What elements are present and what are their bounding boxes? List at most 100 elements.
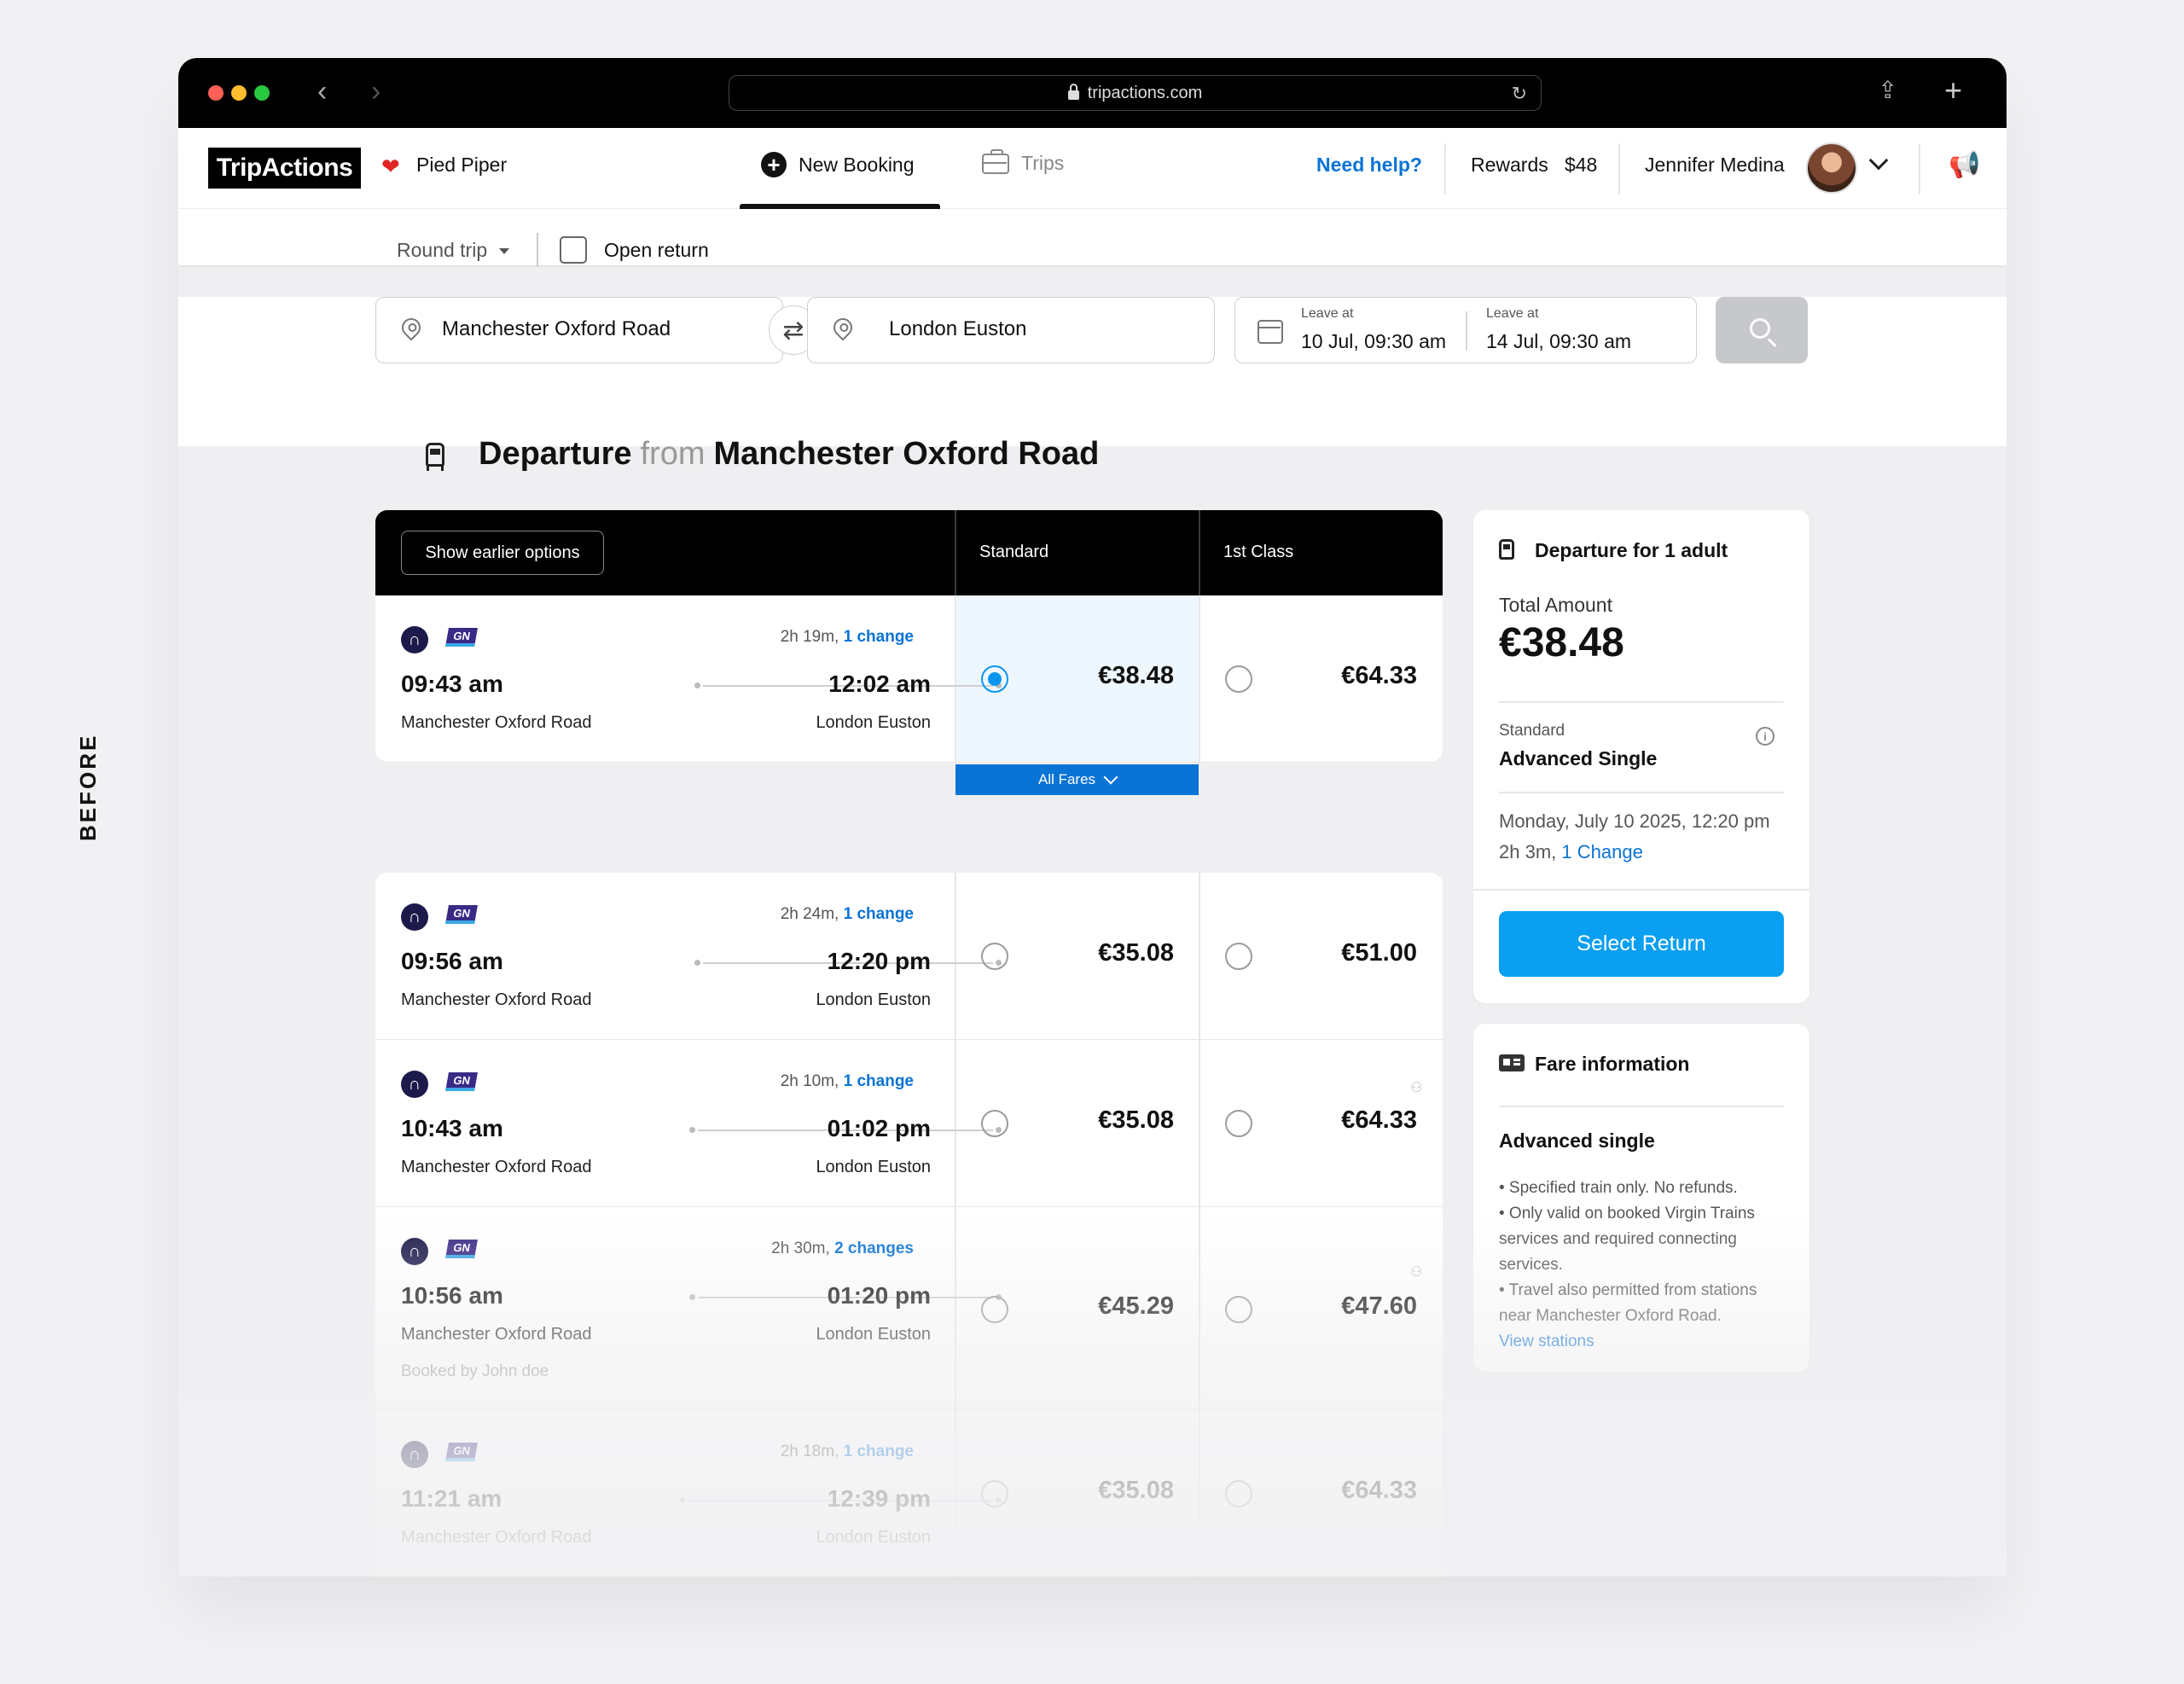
browser-titlebar: ‹ › tripactions.com ↻ ⇪ + (178, 58, 2007, 128)
ticket-icon (1499, 1054, 1525, 1071)
table-row[interactable]: ∩ GN 2h 10m, 1 change 10:43 am 01:02 pm … (375, 1040, 1443, 1207)
fare-class-label: Standard (1499, 722, 1565, 740)
changes-link[interactable]: 1 change (844, 628, 914, 646)
close-window-button[interactable] (208, 85, 224, 101)
standard-fare-radio[interactable] (981, 1110, 1008, 1137)
divider (1199, 510, 1200, 595)
standard-fare-radio[interactable] (981, 1296, 1008, 1323)
search-form: Manchester Oxford Road ⇄ London Euston L… (178, 297, 2007, 446)
reload-icon[interactable]: ↻ (1512, 83, 1527, 105)
rewards-label: Rewards (1471, 154, 1548, 176)
northern-operator-icon: ∩ (401, 1441, 428, 1468)
journey-duration: 2h 18m, 1 change (780, 1443, 914, 1460)
select-return-button[interactable]: Select Return (1499, 911, 1784, 977)
rewards-button[interactable]: Rewards $48 (1471, 154, 1597, 177)
minimize-window-button[interactable] (231, 85, 247, 101)
trip-type-dropdown[interactable]: Round trip (397, 239, 510, 262)
standard-fare-radio[interactable] (981, 665, 1008, 693)
destination-field[interactable]: London Euston (807, 297, 1215, 363)
show-earlier-options-button[interactable]: Show earlier options (401, 531, 604, 575)
share-icon[interactable]: ⇪ (1878, 78, 1897, 102)
changes-link[interactable]: 1 change (844, 1072, 914, 1090)
info-icon[interactable]: i (1756, 727, 1774, 746)
first-class-fare-radio[interactable] (1225, 1480, 1252, 1507)
all-fares-label: All Fares (1037, 771, 1096, 787)
first-class-fare-price: €51.00 (1341, 939, 1417, 967)
origin-value: Manchester Oxford Road (442, 317, 671, 340)
browser-window: ‹ › tripactions.com ↻ ⇪ + TripActions ❤ … (178, 58, 2007, 1577)
fare-info-name: Advanced single (1499, 1129, 1655, 1152)
fare-rule: • Only valid on booked Virgin Trains ser… (1499, 1205, 1755, 1274)
divider (955, 510, 956, 595)
search-icon (1750, 318, 1770, 339)
new-tab-icon[interactable]: + (1944, 75, 1962, 106)
maximize-window-button[interactable] (254, 85, 270, 101)
first-class-fare-radio[interactable] (1225, 943, 1252, 970)
caret-down-icon (499, 248, 510, 255)
change-link[interactable]: 1 Change (1561, 841, 1642, 862)
avatar[interactable] (1806, 142, 1857, 194)
standard-fare-radio[interactable] (981, 943, 1008, 970)
table-row[interactable]: ∩ GN 2h 24m, 1 change 09:56 am 12:20 pm … (375, 873, 1443, 1040)
briefcase-icon (982, 148, 1009, 174)
open-return-checkbox[interactable] (560, 236, 587, 264)
tab-new-booking[interactable]: + New Booking (761, 152, 915, 177)
depart-date-label: Leave at (1301, 306, 1354, 321)
all-fares-button[interactable]: All Fares (956, 764, 1199, 795)
divider (955, 1040, 956, 1206)
top-bar: TripActions ❤ Pied Piper + New Booking T… (178, 128, 2007, 209)
open-return-label: Open return (604, 239, 709, 261)
tab-new-booking-label: New Booking (799, 153, 915, 176)
megaphone-icon[interactable]: 📢 (1949, 150, 1980, 180)
address-bar[interactable]: tripactions.com ↻ (729, 75, 1542, 111)
return-date-value[interactable]: 14 Jul, 09:30 am (1486, 330, 1631, 353)
dates-field[interactable]: Leave at 10 Jul, 09:30 am Leave at 14 Ju… (1234, 297, 1697, 363)
location-pin-icon (398, 314, 425, 341)
divider (1919, 143, 1920, 195)
forward-arrow-icon[interactable]: › (371, 77, 380, 106)
heart-icon: ❤ (381, 154, 400, 179)
company-name[interactable]: Pied Piper (416, 154, 507, 177)
need-help-link[interactable]: Need help? (1316, 154, 1422, 177)
divider (1499, 701, 1784, 703)
before-label: BEFORE (75, 733, 101, 841)
changes-link[interactable]: 2 changes (834, 1240, 914, 1257)
tab-trips[interactable]: Trips (982, 148, 1064, 175)
divider (1499, 792, 1784, 793)
first-class-fare-radio[interactable] (1225, 1110, 1252, 1137)
back-arrow-icon[interactable]: ‹ (317, 77, 327, 106)
first-class-fare-radio[interactable] (1225, 665, 1252, 693)
fare-information-card: Fare information Advanced single • Speci… (1473, 1024, 1809, 1372)
divider (1499, 1106, 1784, 1107)
changes-link[interactable]: 1 change (844, 1443, 914, 1460)
search-button[interactable] (1716, 297, 1808, 363)
divider (955, 1207, 956, 1409)
divider (1199, 1040, 1200, 1206)
table-row[interactable]: ∩ GN 2h 30m, 2 changes 10:56 am 01:20 pm… (375, 1207, 1443, 1410)
view-stations-link[interactable]: View stations (1499, 1329, 1789, 1355)
divider (537, 233, 538, 267)
changes-link[interactable]: 1 change (844, 905, 914, 923)
arrival-station: London Euston (816, 713, 931, 732)
departure-time: 10:56 am (401, 1282, 503, 1309)
chevron-down-icon[interactable] (1868, 150, 1889, 171)
user-name[interactable]: Jennifer Medina (1645, 154, 1785, 177)
departure-station: Manchester Oxford Road (401, 1158, 592, 1176)
departure-station: Manchester Oxford Road (401, 1528, 592, 1547)
title-departure: Departure (479, 436, 632, 472)
column-standard: Standard (979, 543, 1049, 561)
tripactions-logo[interactable]: TripActions (208, 148, 361, 189)
standard-fare-price: €35.08 (1098, 939, 1174, 967)
departure-summary-card: Departure for 1 adult Total Amount €38.4… (1473, 510, 1809, 1003)
standard-fare-radio[interactable] (981, 1480, 1008, 1507)
seat-availability-icon: ⚇ (1410, 1265, 1423, 1280)
standard-fare-price: €35.08 (1098, 1477, 1174, 1504)
arrival-station: London Euston (816, 1325, 931, 1344)
first-class-fare-radio[interactable] (1225, 1296, 1252, 1323)
table-row[interactable]: ∩ GN 2h 19m, 1 change 09:43 am 12:02 am … (375, 595, 1443, 763)
departure-station: Manchester Oxford Road (401, 990, 592, 1009)
origin-field[interactable]: Manchester Oxford Road (375, 297, 783, 363)
depart-date-value[interactable]: 10 Jul, 09:30 am (1301, 330, 1446, 353)
destination-value: London Euston (889, 317, 1027, 340)
table-row[interactable]: ∩ GN 2h 18m, 1 change 11:21 am 12:39 pm … (375, 1410, 1443, 1577)
